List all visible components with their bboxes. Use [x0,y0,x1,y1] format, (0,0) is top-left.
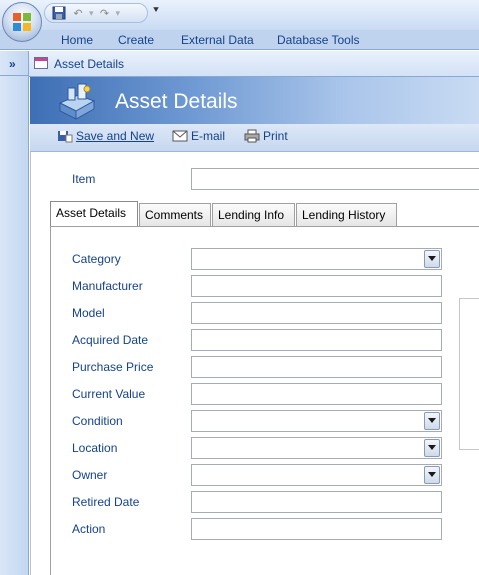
manufacturer-field[interactable] [191,275,442,297]
undo-dropdown-icon[interactable]: ▾ [89,8,94,19]
save-and-new-icon [57,129,73,143]
category-label: Category [72,252,121,266]
form-icon [34,57,48,69]
tab-lending-history[interactable]: Lending History [296,203,397,226]
tab-asset-details[interactable]: Asset Details [50,201,138,226]
purchase-price-field[interactable] [191,356,442,378]
acquired-date-field[interactable] [191,329,442,351]
save-icon[interactable] [51,5,67,21]
item-field[interactable] [191,168,479,190]
print-button[interactable]: Print [244,129,288,143]
form-header: Asset Details [30,77,479,124]
owner-label: Owner [72,468,108,482]
undo-icon[interactable]: ↶ [70,5,86,21]
document-tab[interactable]: Asset Details [29,51,479,77]
ribbon-tab-bar: Home Create External Data Database Tools [0,30,479,50]
save-and-new-label: Save and New [76,129,155,143]
model-label: Model [72,306,105,320]
retired-date-label: Retired Date [72,495,140,509]
redo-dropdown-icon[interactable]: ▾ [116,8,121,19]
nav-pane-divider [0,75,29,76]
office-button[interactable] [2,2,42,42]
tab-external-data[interactable]: External Data [181,33,254,47]
acquired-date-label: Acquired Date [72,333,149,347]
owner-combobox[interactable] [191,464,442,486]
title-bar: ↶ ▾ ↷ ▾ ⯆ [0,0,479,30]
assets-icon [58,83,96,120]
chevron-down-icon[interactable] [424,466,440,484]
save-and-new-button[interactable]: Save and New [57,129,154,143]
current-value-label: Current Value [72,387,146,401]
tab-create[interactable]: Create [118,33,154,47]
form-title: Asset Details [115,90,238,113]
email-label: E-mail [191,129,226,143]
retired-date-field[interactable] [191,491,442,513]
redo-icon[interactable]: ↷ [97,5,113,21]
form-toolbar: Save and New E-mail Print [30,124,479,152]
customize-qat-icon[interactable]: ⯆ [152,5,160,16]
tab-lending-info[interactable]: Lending Info [212,203,295,226]
location-label: Location [72,441,118,455]
location-combobox[interactable] [191,437,442,459]
chevron-down-icon[interactable] [424,250,440,268]
quick-access-toolbar: ↶ ▾ ↷ ▾ [44,3,148,23]
action-label: Action [72,522,106,536]
purchase-price-label: Purchase Price [72,360,154,374]
print-icon [244,129,260,143]
chevron-down-icon[interactable] [424,412,440,430]
model-field[interactable] [191,302,442,324]
expand-nav-pane-button[interactable]: » [9,57,16,71]
tab-comments[interactable]: Comments [139,203,211,226]
action-field[interactable] [191,518,442,540]
condition-label: Condition [72,414,123,428]
category-combobox[interactable] [191,248,442,270]
document-tab-title: Asset Details [54,57,125,71]
chevron-down-icon[interactable] [424,439,440,457]
side-panel [459,298,479,450]
office-logo-icon [13,13,31,31]
print-label: Print [263,129,288,143]
item-label: Item [72,172,96,186]
navigation-pane: » [0,51,29,575]
email-icon [172,129,188,143]
tab-database-tools[interactable]: Database Tools [277,33,360,47]
email-button[interactable]: E-mail [172,129,225,143]
current-value-field[interactable] [191,383,442,405]
condition-combobox[interactable] [191,410,442,432]
manufacturer-label: Manufacturer [72,279,143,293]
tab-home[interactable]: Home [61,33,93,47]
